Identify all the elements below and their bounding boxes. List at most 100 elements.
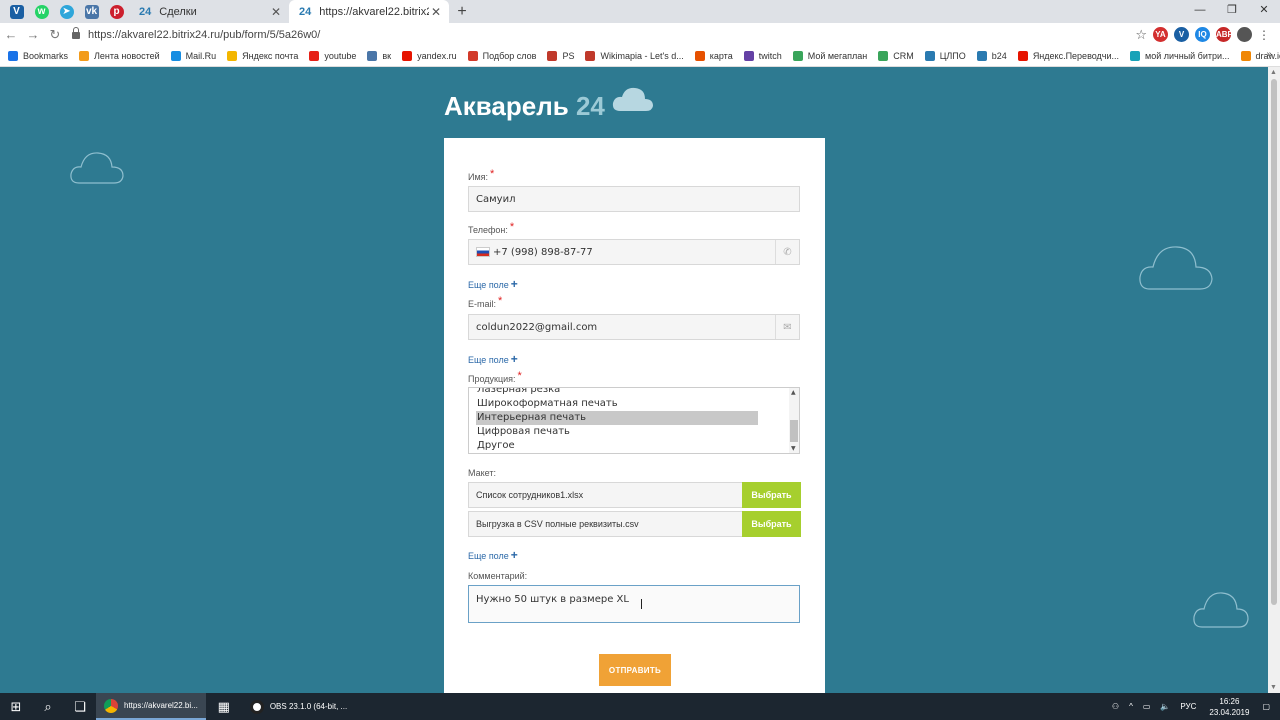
tab-title: https://akvarel22.bitrix24.ru/pub [319, 5, 429, 18]
people-icon[interactable]: ⚇ [1112, 702, 1119, 711]
bookmarks-overflow-icon[interactable]: » [1266, 49, 1272, 60]
bookmark-favicon-icon [743, 51, 754, 61]
language-indicator[interactable]: РУС [1180, 702, 1196, 711]
extension-vimeo-icon[interactable]: V [1174, 27, 1189, 42]
pinned-tab-pinterest[interactable]: p [104, 0, 129, 23]
pinned-tab-vk[interactable]: vk [79, 0, 104, 23]
bookmark-item[interactable]: Bookmarks [8, 51, 68, 61]
bookmark-favicon-icon [309, 51, 320, 61]
tray-chevron-icon[interactable]: ^ [1129, 702, 1133, 711]
scroll-down-icon[interactable]: ▼ [1270, 684, 1277, 691]
product-option-selected[interactable]: Интерьерная печать [476, 411, 758, 425]
back-button[interactable]: ← [0, 27, 22, 42]
file-upload-1: Список сотрудников1.xlsx Выбрать [468, 482, 801, 508]
cloud-decoration [612, 87, 653, 111]
bookmark-item[interactable]: Подбор слов [467, 51, 536, 61]
bookmark-item[interactable]: мой личный битри... [1130, 51, 1230, 61]
taskbar-obs[interactable]: OBS 23.1.0 (64-bit, ... [242, 693, 355, 720]
add-field-link[interactable]: Еще поле + [468, 548, 518, 562]
tab-deals[interactable]: 24 Сделки ✕ [129, 0, 289, 23]
adblock-icon[interactable]: ABP [1216, 27, 1233, 42]
product-option[interactable]: Другое [476, 439, 758, 453]
add-field-link[interactable]: Еще поле + [468, 352, 518, 366]
email-input[interactable]: coldun2022@gmail.com ✉ [468, 314, 800, 340]
listbox-scroll-thumb[interactable] [790, 420, 798, 442]
bookmark-item[interactable]: ЦЛПО [924, 51, 966, 61]
star-icon[interactable]: ☆ [1135, 27, 1147, 43]
whatsapp-icon: w [34, 4, 49, 19]
search-icon[interactable]: ⌕ [32, 693, 64, 720]
close-icon[interactable]: ✕ [429, 5, 443, 19]
bookmark-item[interactable]: Wikimapia - Let's d... [585, 51, 684, 61]
products-label: Продукция: * [468, 370, 522, 384]
product-option[interactable]: Лазерная резка [476, 388, 758, 397]
minimize-button[interactable]: — [1184, 0, 1216, 23]
restore-button[interactable]: ❐ [1216, 0, 1248, 23]
windows-start-icon[interactable]: ⊞ [0, 693, 32, 720]
task-view-icon[interactable]: ❏ [64, 693, 96, 720]
close-window-button[interactable]: ✕ [1248, 0, 1280, 23]
close-icon[interactable]: ✕ [269, 5, 283, 19]
network-icon[interactable]: ▭ [1143, 702, 1151, 711]
bookmark-item[interactable]: Яндекс.Переводчи... [1017, 51, 1119, 61]
page-scroll-thumb[interactable] [1271, 79, 1277, 605]
name-label: Имя: * [468, 168, 495, 182]
submit-button[interactable]: ОТПРАВИТЬ [599, 654, 671, 686]
bookmark-item[interactable]: вк [367, 51, 391, 61]
taskbar-chrome[interactable]: https://akvarel22.bi... [96, 693, 206, 720]
browser-toolbar: ← → ↻ https://akvarel22.bitrix24.ru/pub/… [0, 23, 1280, 46]
add-field-link[interactable]: Еще поле + [468, 277, 518, 291]
bookmark-item[interactable]: Лента новостей [79, 51, 160, 61]
bookmark-item[interactable]: карта [694, 51, 733, 61]
profile-avatar[interactable] [1237, 27, 1252, 42]
product-option[interactable]: Широкоформатная печать [476, 397, 758, 411]
new-tab-button[interactable]: + [449, 0, 475, 23]
pinned-tab-vimeo[interactable]: V [4, 0, 29, 23]
products-listbox[interactable]: Лазерная резка Широкоформатная печать Ин… [468, 387, 800, 454]
scroll-up-icon[interactable]: ▲ [791, 389, 796, 396]
bookmark-item[interactable]: Mail.Ru [170, 51, 216, 61]
scroll-up-icon[interactable]: ▲ [1270, 69, 1277, 76]
choose-file-button[interactable]: Выбрать [742, 482, 801, 508]
scroll-down-icon[interactable]: ▼ [791, 445, 796, 452]
reload-button[interactable]: ↻ [44, 27, 66, 43]
brand-logo: Акварель 24 [444, 91, 605, 122]
phone-icon: ✆ [775, 240, 799, 264]
volume-icon[interactable]: 🔈 [1160, 702, 1170, 711]
comment-textarea[interactable]: Нужно 50 штук в размере XL [468, 585, 800, 623]
extension-red-icon[interactable]: YA [1153, 27, 1168, 42]
product-option[interactable]: Цифровая печать [476, 425, 758, 439]
russia-flag-icon[interactable] [476, 247, 490, 257]
page-scrollbar[interactable]: ▲ ▼ [1268, 67, 1280, 693]
calculator-icon[interactable]: ▦ [206, 693, 242, 720]
bookmark-item[interactable]: Яндекс почта [227, 51, 298, 61]
bookmark-item[interactable]: b24 [976, 51, 1007, 61]
extension-iq-icon[interactable]: IQ [1195, 27, 1210, 42]
text-cursor-icon [641, 599, 642, 609]
bookmark-favicon-icon [924, 51, 935, 61]
menu-icon[interactable]: ⋮ [1258, 28, 1270, 42]
pinned-tab-whatsapp[interactable]: w [29, 0, 54, 23]
pinned-tab-telegram[interactable]: ➤ [54, 0, 79, 23]
clock[interactable]: 16:26 23.04.2019 [1209, 696, 1249, 718]
forward-button[interactable]: → [22, 27, 44, 42]
bookmark-item[interactable]: Мой мегаплан [792, 51, 867, 61]
pinned-tabs: V w ➤ vk p [0, 0, 129, 23]
bookmark-item[interactable]: CRM [878, 51, 914, 61]
system-tray: ⚇ ^ ▭ 🔈 РУС 16:26 23.04.2019 ▢ [1107, 693, 1280, 720]
address-bar[interactable]: https://akvarel22.bitrix24.ru/pub/form/5… [66, 24, 1135, 45]
tab-form[interactable]: 24 https://akvarel22.bitrix24.ru/pub ✕ [289, 0, 449, 23]
bookmark-item[interactable]: twitch [743, 51, 782, 61]
bookmark-item[interactable]: draw.io [1240, 51, 1280, 61]
bookmark-favicon-icon [227, 51, 238, 61]
bookmark-item[interactable]: PS [547, 51, 574, 61]
name-input[interactable]: Самуил [468, 186, 800, 212]
listbox-scrollbar[interactable]: ▲ ▼ [789, 388, 799, 453]
choose-file-button[interactable]: Выбрать [742, 511, 801, 537]
bookmark-favicon-icon [467, 51, 478, 61]
extensions-bar: ☆ YA V IQ ABP ⋮ [1135, 27, 1280, 43]
bookmark-item[interactable]: youtube [309, 51, 356, 61]
phone-input[interactable]: +7 (998) 898-87-77 ✆ [468, 239, 800, 265]
bookmark-item[interactable]: yandex.ru [402, 51, 457, 61]
notifications-icon[interactable]: ▢ [1262, 702, 1270, 711]
